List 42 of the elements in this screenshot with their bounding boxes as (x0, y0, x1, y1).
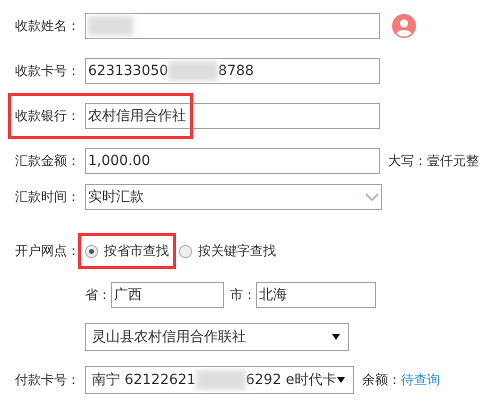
field-label: 收款卡号： (15, 63, 81, 80)
dropdown-field[interactable]: 实时汇款 (85, 184, 382, 210)
field-value: 1,000.00 (88, 153, 150, 169)
field-value: 623133050 (88, 63, 168, 79)
input-field[interactable]: 广西 (111, 282, 224, 308)
user-avatar-icon[interactable] (392, 14, 416, 38)
field-value: 南宁 62122621 (92, 371, 196, 389)
branch-select[interactable]: 灵山县农村信用合作联社 (85, 323, 349, 351)
radio-label: 按关键字查找 (198, 243, 276, 260)
balance-label: 余额： (362, 372, 401, 389)
input-field[interactable]: 1,000.00 (85, 148, 380, 174)
redacted-blur (196, 370, 246, 390)
input-field[interactable] (85, 13, 380, 39)
radio-label: 按省市查找 (104, 243, 169, 260)
dropdown-arrow-icon (337, 377, 345, 383)
field-label: 收款银行： (15, 108, 81, 125)
field-label: 开户网点： (15, 243, 81, 260)
field-value: 灵山县农村信用合作联社 (92, 328, 246, 346)
redacted-blur (168, 61, 218, 81)
field-value: 农村信用合作社 (88, 107, 186, 125)
field-value: 北海 (259, 286, 287, 304)
redacted-blur (88, 16, 133, 36)
input-field[interactable]: 北海 (256, 282, 376, 308)
chevron-down-icon (365, 193, 379, 201)
field-value: 8788 (218, 63, 254, 79)
dropdown-arrow-icon (332, 334, 340, 340)
radio-button[interactable] (179, 244, 192, 258)
input-field[interactable]: 农村信用合作社 (85, 103, 380, 129)
field-value: 实时汇款 (88, 188, 144, 206)
field-label: 付款卡号： (15, 372, 81, 389)
field-label: 汇款时间： (15, 189, 81, 206)
field-value: 广西 (114, 286, 142, 304)
field-label: 市： (230, 287, 256, 304)
field-label: 汇款金额： (15, 153, 81, 170)
input-field[interactable]: 623133050 8788 (85, 58, 380, 84)
field-label: 收款姓名： (15, 18, 81, 35)
field-label: 省： (85, 287, 111, 304)
card-select[interactable]: 南宁 62122621 6292 e时代卡 (85, 366, 354, 394)
radio-option[interactable]: 按省市查找 (78, 233, 176, 269)
amount-in-words: 大写：壹仟元整 (388, 153, 479, 170)
radio-button[interactable] (85, 244, 98, 258)
field-value: 6292 e时代卡 (246, 371, 336, 389)
